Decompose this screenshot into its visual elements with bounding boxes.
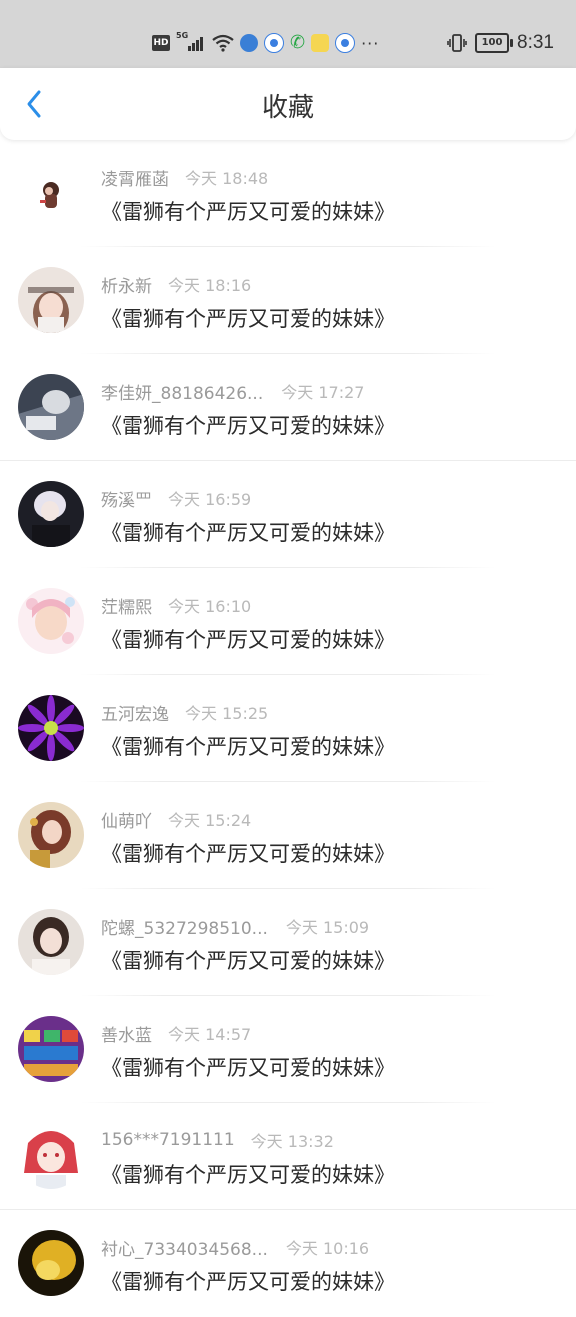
wifi-icon [212,34,234,52]
collected-title[interactable]: 《雷狮有个严厉又可爱的妹妹》 [101,1052,395,1082]
avatar[interactable] [18,267,84,333]
list-item[interactable]: 衬心_7334034568... 今天 10:16 《雷狮有个严厉又可爱的妹妹》 [0,1210,576,1317]
collected-title[interactable]: 《雷狮有个严厉又可爱的妹妹》 [101,731,395,761]
list-item[interactable]: 凌霄雁菡 今天 18:48 《雷狮有个严厉又可爱的妹妹》 [0,140,576,247]
avatar[interactable] [18,160,84,226]
chat-app-icon [311,34,330,52]
hd-badge-icon: HD [152,35,170,51]
timestamp: 今天 15:24 [168,811,252,830]
browser-app-icon [240,34,258,52]
avatar[interactable] [18,374,84,440]
list-item[interactable]: 陀螺_5327298510... 今天 15:09 《雷狮有个严厉又可爱的妹妹》 [0,889,576,996]
timestamp: 今天 18:16 [168,276,252,295]
username: 茳糯熙 [101,597,152,618]
username: 陀螺_5327298510... [101,918,268,939]
timestamp: 今天 13:32 [250,1132,334,1151]
header: 收藏 [0,68,576,140]
list-item[interactable]: 善水蓝 今天 14:57 《雷狮有个严厉又可爱的妹妹》 [0,996,576,1103]
timestamp: 今天 14:57 [168,1025,252,1044]
username: 析永新 [101,276,152,297]
status-icons-left: HD 5G ✆ ··· [152,30,379,56]
timestamp: 今天 15:09 [285,918,370,937]
collected-title[interactable]: 《雷狮有个严厉又可爱的妹妹》 [101,1266,395,1296]
status-icons-right: 100 8:31 [447,28,554,58]
avatar[interactable] [18,1123,84,1189]
avatar[interactable] [18,1230,84,1296]
collected-title[interactable]: 《雷狮有个严厉又可爱的妹妹》 [101,517,395,547]
collected-title[interactable]: 《雷狮有个严厉又可爱的妹妹》 [101,303,395,333]
status-bar: HD 5G ✆ ··· 100 8:31 [0,0,576,68]
username: 五河宏逸 [101,704,169,725]
timestamp: 今天 10:16 [285,1239,370,1258]
collected-title[interactable]: 《雷狮有个严厉又可爱的妹妹》 [101,838,395,868]
phone-icon: ✆ [290,32,306,53]
list-item[interactable]: 殇溪罒 今天 16:59 《雷狮有个严厉又可爱的妹妹》 [0,461,576,568]
timestamp: 今天 16:10 [168,597,252,616]
timestamp: 今天 18:48 [185,169,269,188]
page-title: 收藏 [261,93,314,123]
network-type: 5G [176,31,189,40]
username: 凌霄雁菡 [101,169,169,190]
timestamp: 今天 15:25 [185,704,269,723]
list-item[interactable]: 茳糯熙 今天 16:10 《雷狮有个严厉又可爱的妹妹》 [0,568,576,675]
timestamp: 今天 16:59 [168,490,252,509]
paw-app-icon [264,33,284,53]
collected-title[interactable]: 《雷狮有个严厉又可爱的妹妹》 [101,624,395,654]
list-item[interactable]: 五河宏逸 今天 15:25 《雷狮有个严厉又可爱的妹妹》 [0,675,576,782]
username: 156***7191111 [101,1130,235,1150]
more-icon: ··· [361,33,380,53]
list-item[interactable]: 析永新 今天 18:16 《雷狮有个严厉又可爱的妹妹》 [0,247,576,354]
clock: 8:31 [517,32,554,53]
paw-app-icon [335,33,356,53]
list-item[interactable]: 156***7191111 今天 13:32 《雷狮有个严厉又可爱的妹妹》 [0,1103,576,1210]
avatar[interactable] [18,695,84,761]
favorites-list: 凌霄雁菡 今天 18:48 《雷狮有个严厉又可爱的妹妹》 析永新 今天 18:1… [0,140,576,1317]
collected-title[interactable]: 《雷狮有个严厉又可爱的妹妹》 [101,1159,395,1189]
collected-title[interactable]: 《雷狮有个严厉又可爱的妹妹》 [101,196,395,226]
username: 善水蓝 [101,1025,152,1046]
vibrate-icon [447,34,467,52]
username: 衬心_7334034568... [101,1239,268,1260]
avatar[interactable] [18,802,84,868]
list-item[interactable]: 仙萌吖 今天 15:24 《雷狮有个严厉又可爱的妹妹》 [0,782,576,889]
username: 仙萌吖 [101,811,152,832]
collected-title[interactable]: 《雷狮有个严厉又可爱的妹妹》 [101,410,395,440]
avatar[interactable] [18,1016,84,1082]
avatar[interactable] [18,481,84,547]
username: 李佳妍_88186426... [101,383,264,404]
username: 殇溪罒 [101,490,152,511]
signal-icon: 5G [176,31,206,53]
battery-icon: 100 [475,33,514,53]
timestamp: 今天 17:27 [281,383,365,402]
collected-title[interactable]: 《雷狮有个严厉又可爱的妹妹》 [101,945,395,975]
avatar[interactable] [18,588,84,654]
avatar[interactable] [18,909,84,975]
list-item[interactable]: 李佳妍_88186426... 今天 17:27 《雷狮有个严厉又可爱的妹妹》 [0,354,576,461]
